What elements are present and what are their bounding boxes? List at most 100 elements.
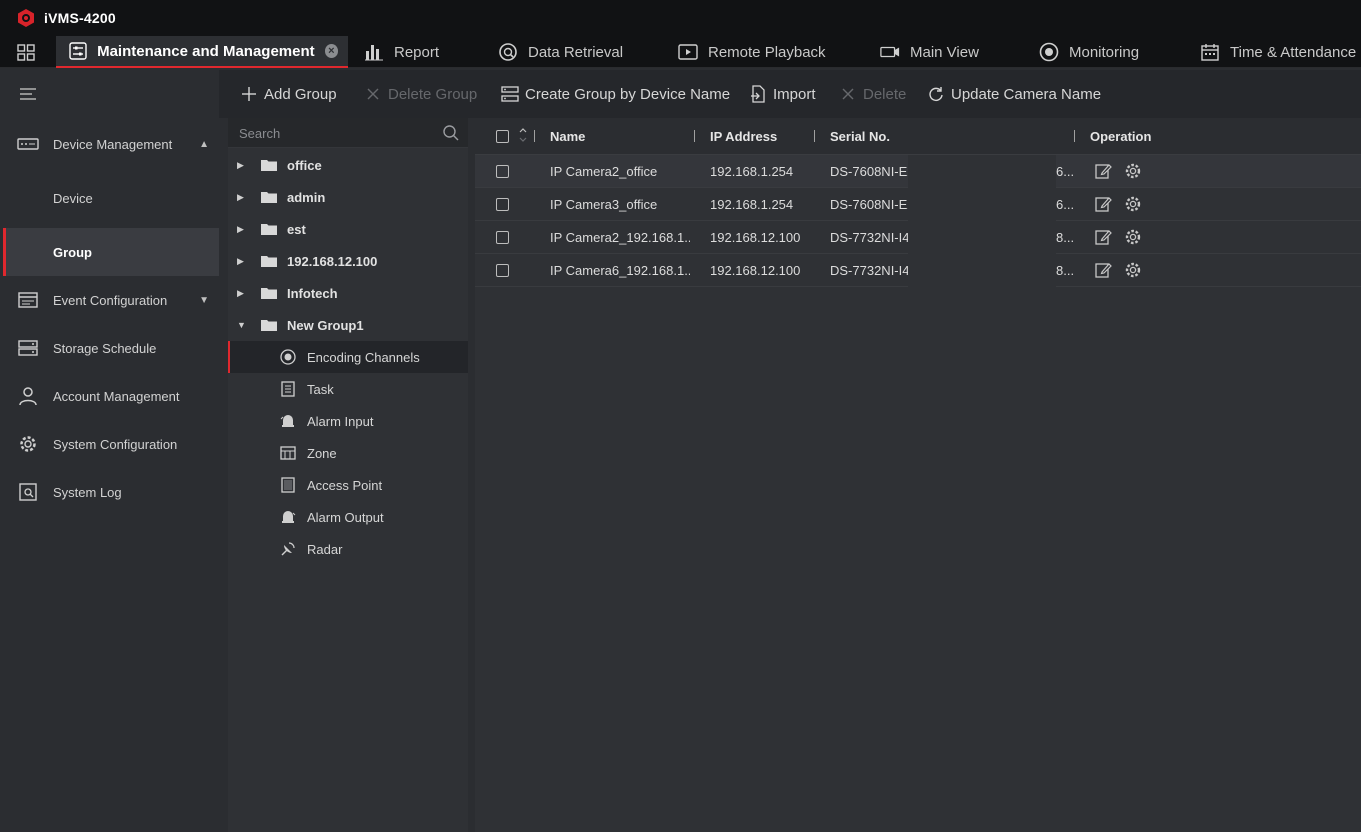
settings-gear-icon[interactable]: [1124, 162, 1142, 180]
nav-device-management[interactable]: Device Management ▲: [3, 120, 219, 168]
nav-label: Event Configuration: [53, 292, 168, 308]
column-header-ip[interactable]: IP Address: [710, 129, 777, 144]
tab-main-view[interactable]: Main View: [880, 36, 979, 68]
select-all-checkbox[interactable]: [496, 130, 509, 143]
collapse-arrow-icon[interactable]: ▼: [237, 320, 246, 330]
settings-gear-icon[interactable]: [1124, 195, 1142, 213]
sliders-icon: [68, 41, 87, 61]
tree-group-new-group1[interactable]: ▼ New Group1: [228, 309, 468, 341]
tab-label: Report: [394, 43, 440, 61]
expand-arrow-icon[interactable]: ▶: [237, 224, 244, 235]
delete-group-button[interactable]: Delete Group: [364, 70, 477, 118]
encoding-channel-icon: [280, 349, 296, 365]
update-camera-name-button[interactable]: Update Camera Name: [927, 70, 1101, 118]
redaction-block: [908, 254, 1056, 287]
tab-report[interactable]: Report: [364, 36, 439, 68]
app-logo-icon: [18, 9, 34, 27]
expand-arrow-icon[interactable]: ▶: [237, 160, 244, 171]
group-label: 192.168.12.100: [287, 253, 378, 269]
tab-monitoring[interactable]: Monitoring: [1039, 36, 1139, 68]
close-icon: [364, 85, 382, 103]
search-icon[interactable]: [442, 124, 460, 142]
row-checkbox[interactable]: [496, 231, 509, 244]
settings-gear-icon[interactable]: [1124, 228, 1142, 246]
column-header-serial[interactable]: Serial No.: [830, 129, 890, 144]
nav-system-configuration[interactable]: System Configuration: [3, 420, 219, 468]
tree-item-radar[interactable]: Radar: [228, 533, 468, 565]
group-label: est: [287, 221, 306, 237]
nav-label: System Configuration: [53, 436, 178, 452]
nav-label: Account Management: [53, 388, 180, 404]
add-group-button[interactable]: Add Group: [240, 70, 337, 118]
task-icon: [281, 381, 295, 397]
expand-arrow-icon[interactable]: ▶: [237, 256, 244, 267]
cell-ip: 192.168.1.254: [710, 197, 794, 212]
tab-label: Data Retrieval: [528, 43, 624, 61]
row-checkbox[interactable]: [496, 264, 509, 277]
camera-icon: [880, 42, 900, 62]
tab-time-and-attendance[interactable]: Time & Attendance: [1200, 36, 1356, 68]
tree-item-encoding-channels[interactable]: Encoding Channels: [228, 341, 468, 373]
item-label: Access Point: [307, 477, 383, 493]
tab-data-retrieval[interactable]: Data Retrieval: [498, 36, 623, 68]
table-row[interactable]: IP Camera6_192.168.1... 192.168.12.100 D…: [475, 254, 1361, 287]
nav-label: Group: [53, 244, 92, 260]
button-label: Update Camera Name: [951, 85, 1102, 103]
close-tab-icon[interactable]: ×: [324, 44, 338, 58]
button-label: Import: [773, 85, 816, 103]
tab-maintenance-and-management[interactable]: Maintenance and Management ×: [56, 36, 348, 68]
column-header-name[interactable]: Name: [550, 129, 585, 144]
tree-item-access-point[interactable]: Access Point: [228, 469, 468, 501]
expand-arrow-icon[interactable]: ▶: [237, 192, 244, 203]
nav-device[interactable]: Device: [3, 174, 219, 222]
apps-grid-icon[interactable]: [17, 44, 35, 61]
group-label: admin: [287, 189, 326, 205]
radar-icon: [281, 542, 295, 556]
monitor-icon: [1039, 42, 1059, 62]
menu-toggle-icon[interactable]: [20, 88, 36, 100]
row-checkbox[interactable]: [496, 198, 509, 211]
import-icon: [749, 85, 767, 103]
collapse-caret-icon: ▲: [199, 138, 209, 150]
search-field[interactable]: Search: [228, 118, 468, 148]
refresh-icon: [927, 85, 945, 103]
nav-storage-schedule[interactable]: Storage Schedule: [3, 324, 219, 372]
table-row[interactable]: IP Camera2_192.168.1... 192.168.12.100 D…: [475, 221, 1361, 254]
module-tab-bar: Maintenance and Management × Report Data…: [0, 36, 1361, 68]
delete-button[interactable]: Delete: [839, 70, 906, 118]
cell-ip: 192.168.12.100: [710, 230, 801, 245]
tree-item-alarm-output[interactable]: Alarm Output: [228, 501, 468, 533]
edit-icon[interactable]: [1094, 228, 1112, 246]
tree-group-est[interactable]: ▶ est: [228, 213, 468, 245]
settings-gear-icon[interactable]: [1124, 261, 1142, 279]
sort-icon[interactable]: [518, 125, 528, 145]
tree-group-admin[interactable]: ▶ admin: [228, 181, 468, 213]
create-group-by-device-name-button[interactable]: Create Group by Device Name: [501, 70, 730, 118]
tree-group-office[interactable]: ▶ office: [228, 149, 468, 181]
tree-item-alarm-input[interactable]: Alarm Input: [228, 405, 468, 437]
device-icon: [17, 138, 39, 150]
edit-icon[interactable]: [1094, 162, 1112, 180]
edit-icon[interactable]: [1094, 195, 1112, 213]
table-row[interactable]: IP Camera3_office 192.168.1.254 DS-7608N…: [475, 188, 1361, 221]
tree-item-task[interactable]: Task: [228, 373, 468, 405]
expand-arrow-icon[interactable]: ▶: [237, 288, 244, 299]
channel-table: Name IP Address Serial No. Operation IP …: [475, 118, 1361, 832]
close-icon: [839, 85, 857, 103]
search-clock-icon: [498, 42, 518, 62]
table-row[interactable]: IP Camera2_office 192.168.1.254 DS-7608N…: [475, 155, 1361, 188]
tree-item-zone[interactable]: Zone: [228, 437, 468, 469]
item-label: Encoding Channels: [307, 349, 420, 365]
button-label: Delete: [863, 85, 907, 103]
tree-group-192-168-12-100[interactable]: ▶ 192.168.12.100: [228, 245, 468, 277]
item-label: Task: [307, 381, 334, 397]
nav-event-configuration[interactable]: Event Configuration ▼: [3, 276, 219, 324]
import-button[interactable]: Import: [749, 70, 816, 118]
edit-icon[interactable]: [1094, 261, 1112, 279]
row-checkbox[interactable]: [496, 165, 509, 178]
nav-system-log[interactable]: System Log: [3, 468, 219, 516]
tab-remote-playback[interactable]: Remote Playback: [678, 36, 826, 68]
nav-account-management[interactable]: Account Management: [3, 372, 219, 420]
nav-group[interactable]: Group: [3, 228, 219, 276]
tree-group-infotech[interactable]: ▶ Infotech: [228, 277, 468, 309]
